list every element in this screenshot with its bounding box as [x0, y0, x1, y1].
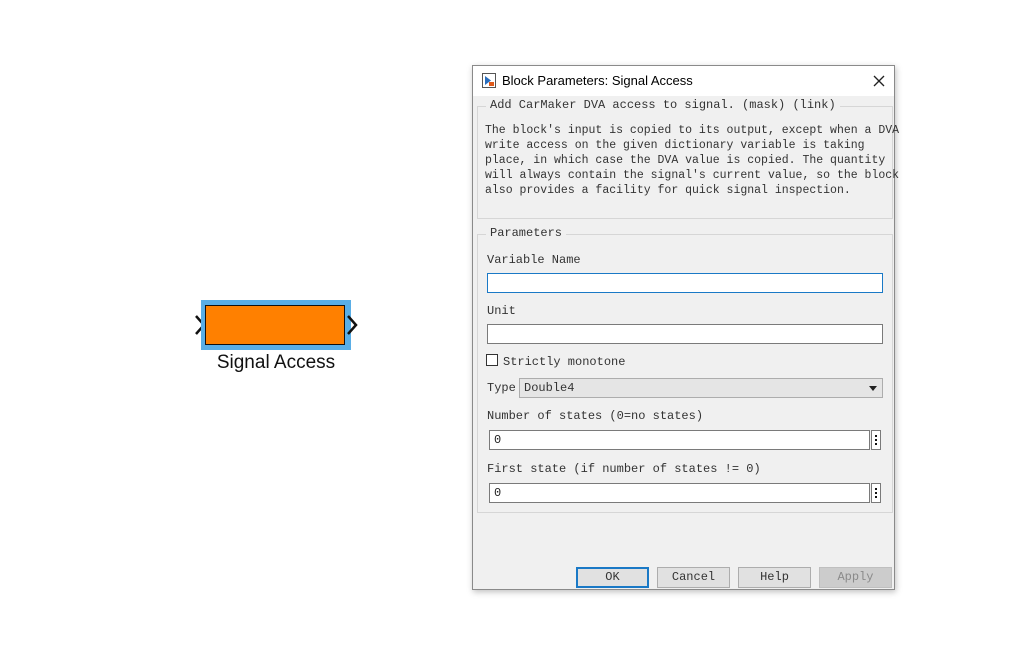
- close-icon: [873, 75, 885, 87]
- description-line: The block's input is copied to its outpu…: [485, 124, 900, 137]
- variable-name-label: Variable Name: [487, 253, 581, 267]
- description-line: place, in which case the DVA value is co…: [485, 154, 886, 167]
- block-body[interactable]: [205, 305, 345, 345]
- cancel-button[interactable]: Cancel: [657, 567, 730, 588]
- parameters-group: Parameters Variable Name Unit Strictly m…: [477, 226, 893, 513]
- chevron-down-icon: [869, 386, 877, 391]
- description-text: The block's input is copied to its outpu…: [485, 123, 900, 198]
- number-of-states-label: Number of states (0=no states): [487, 409, 704, 423]
- unit-label: Unit: [487, 304, 516, 318]
- description-group-title: Add CarMaker DVA access to signal. (mask…: [486, 98, 840, 112]
- dialog-titlebar[interactable]: Block Parameters: Signal Access: [473, 66, 894, 96]
- strictly-monotone-label[interactable]: Strictly monotone: [503, 355, 625, 369]
- apply-button[interactable]: Apply: [819, 567, 892, 588]
- first-state-menu-button[interactable]: [871, 483, 881, 503]
- strictly-monotone-checkbox[interactable]: [486, 354, 498, 366]
- simulink-block-icon: [482, 73, 496, 88]
- number-of-states-input[interactable]: [489, 430, 870, 450]
- close-button[interactable]: [864, 66, 894, 96]
- ok-button[interactable]: OK: [576, 567, 649, 588]
- first-state-input[interactable]: [489, 483, 870, 503]
- description-line: write access on the given dictionary var…: [485, 139, 865, 152]
- description-group: Add CarMaker DVA access to signal. (mask…: [477, 98, 900, 219]
- first-state-label: First state (if number of states != 0): [487, 462, 761, 476]
- description-line: also provides a facility for quick signa…: [485, 184, 851, 197]
- signal-access-block[interactable]: Signal Access: [194, 300, 360, 380]
- parameters-group-title: Parameters: [486, 226, 567, 240]
- help-button[interactable]: Help: [738, 567, 811, 588]
- block-selection-highlight: [201, 300, 351, 350]
- block-parameters-dialog: Block Parameters: Signal Access Add CarM…: [472, 65, 900, 590]
- number-of-states-menu-button[interactable]: [871, 430, 881, 450]
- type-label: Type: [487, 381, 516, 395]
- unit-input[interactable]: [487, 324, 883, 344]
- description-line: will always contain the signal's current…: [485, 169, 900, 182]
- type-select[interactable]: Double4: [519, 378, 883, 398]
- variable-name-input[interactable]: [487, 273, 883, 293]
- block-label[interactable]: Signal Access: [194, 352, 358, 374]
- dialog-title: Block Parameters: Signal Access: [502, 73, 693, 88]
- output-port-icon: [347, 315, 358, 335]
- type-select-value: Double4: [524, 381, 575, 395]
